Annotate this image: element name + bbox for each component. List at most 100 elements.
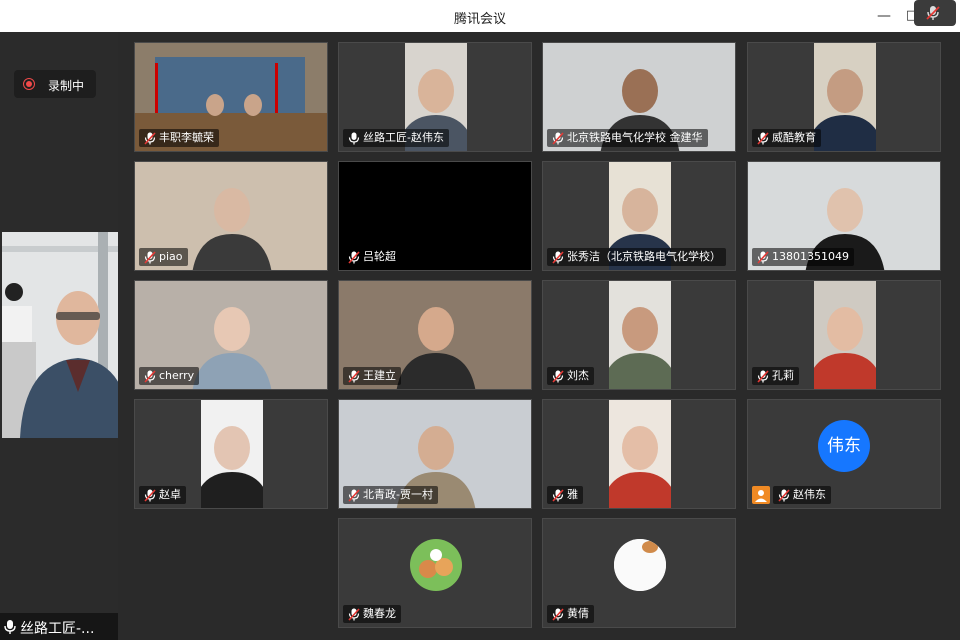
participant-name: 北青政-贾一村 [363, 488, 433, 501]
participant-video [201, 400, 263, 508]
participant-name-bar: 张秀洁（北京铁路电气化学校） [547, 248, 726, 266]
participant-name-bar: 雅 [547, 486, 583, 504]
participant-name-bar: 孔莉 [752, 367, 799, 385]
participant-tile[interactable]: 吕轮超 [338, 161, 532, 271]
mic-muted-icon [926, 6, 940, 20]
participant-video [609, 281, 671, 389]
mic-icon [4, 620, 16, 634]
participant-name-bar: piao [139, 248, 188, 266]
self-video-image [2, 232, 118, 438]
participant-tile[interactable]: 丝路工匠-赵伟东 [338, 42, 532, 152]
participant-video-image [814, 307, 876, 389]
mic-muted-icon [144, 251, 156, 264]
mic-muted-icon [757, 370, 769, 383]
participant-video-image [814, 69, 876, 151]
participant-tile[interactable]: 北青政-贾一村 [338, 399, 532, 509]
mic-muted-icon [348, 608, 360, 621]
participant-video [609, 400, 671, 508]
host-icon [752, 486, 770, 504]
record-icon [23, 78, 35, 90]
participant-tile[interactable]: 魏春龙 [338, 518, 532, 628]
self-video[interactable] [2, 232, 118, 438]
participant-name: 雅 [567, 488, 578, 501]
participant-name-bar: 丰职李毓荣 [139, 129, 219, 147]
mic-muted-icon [144, 370, 156, 383]
mic-muted-icon [144, 132, 156, 145]
participant-name: 赵伟东 [793, 488, 826, 501]
participant-name-bar: 13801351049 [752, 248, 854, 266]
mic-muted-icon [552, 489, 564, 502]
participant-name: 丝路工匠-赵伟东 [363, 131, 444, 144]
participant-tile[interactable]: 黄倩 [542, 518, 736, 628]
mic-muted-icon [552, 370, 564, 383]
mic-muted-icon [348, 251, 360, 264]
mic-icon [348, 132, 360, 145]
participant-name: 张秀洁（北京铁路电气化学校） [567, 250, 721, 263]
participant-name: 魏春龙 [363, 607, 396, 620]
participant-tile[interactable]: piao [134, 161, 328, 271]
mic-muted-icon [552, 608, 564, 621]
participant-tile[interactable]: 王建立 [338, 280, 532, 390]
mic-muted-icon [552, 132, 564, 145]
participant-name: 赵卓 [159, 488, 181, 501]
participant-avatar [410, 539, 462, 591]
recording-indicator[interactable]: 录制中 [14, 70, 96, 98]
participant-name: 刘杰 [567, 369, 589, 382]
participant-name: piao [159, 250, 183, 263]
window-title: 腾讯会议 [453, 12, 506, 27]
mic-muted-icon [552, 251, 564, 264]
participant-video [814, 43, 876, 151]
participant-name-bar: 赵伟东 [773, 486, 831, 504]
participant-avatar: 伟东 [818, 420, 870, 472]
participant-video-image [201, 426, 263, 508]
participant-tile[interactable]: 孔莉 [747, 280, 941, 390]
participant-grid: 丰职李毓荣 丝路工匠-赵伟东 北京铁路电气化学校 金建华 威酷教育 piao 吕… [118, 32, 960, 640]
mic-muted-icon [348, 489, 360, 502]
participant-name-bar: 赵卓 [139, 486, 186, 504]
participant-name: 13801351049 [772, 250, 849, 263]
participant-name-bar: 黄倩 [547, 605, 594, 623]
participant-video-image [609, 307, 671, 389]
participant-name: 吕轮超 [363, 250, 396, 263]
participant-name: 丰职李毓荣 [159, 131, 214, 144]
mic-muted-icon [757, 132, 769, 145]
participant-video-image [609, 426, 671, 508]
participant-name-bar: 北青政-贾一村 [343, 486, 438, 504]
participant-tile[interactable]: 赵卓 [134, 399, 328, 509]
participant-name: cherry [159, 369, 195, 382]
participant-tile[interactable]: 刘杰 [542, 280, 736, 390]
mic-muted-icon [144, 489, 156, 502]
title-bar: 腾讯会议 — □ [0, 0, 960, 33]
minimize-button[interactable]: — [874, 6, 894, 26]
participant-name-bar: cherry [139, 367, 200, 385]
participant-tile[interactable]: 张秀洁（北京铁路电气化学校） [542, 161, 736, 271]
participant-tile[interactable]: 伟东 赵伟东 [747, 399, 941, 509]
floating-mute-button[interactable] [914, 0, 956, 26]
participant-name: 王建立 [363, 369, 396, 382]
participant-name-bar: 丝路工匠-赵伟东 [343, 129, 449, 147]
participant-name-bar: 魏春龙 [343, 605, 401, 623]
participant-name: 威酷教育 [772, 131, 816, 144]
participant-tile[interactable]: 威酷教育 [747, 42, 941, 152]
participant-name: 黄倩 [567, 607, 589, 620]
participant-name-bar: 吕轮超 [343, 248, 401, 266]
participant-name-bar: 威酷教育 [752, 129, 821, 147]
mic-muted-icon [757, 251, 769, 264]
participant-tile[interactable]: cherry [134, 280, 328, 390]
participant-name-bar: 北京铁路电气化学校 金建华 [547, 129, 708, 147]
participant-tile[interactable]: 丰职李毓荣 [134, 42, 328, 152]
mic-muted-icon [778, 489, 790, 502]
participant-name: 孔莉 [772, 369, 794, 382]
participant-video [814, 281, 876, 389]
participant-tile[interactable]: 13801351049 [747, 161, 941, 271]
participant-name: 北京铁路电气化学校 金建华 [567, 131, 703, 144]
self-name-bar: 丝路工匠-... [0, 613, 118, 640]
self-name: 丝路工匠-... [20, 621, 95, 637]
recording-label: 录制中 [48, 79, 85, 93]
participant-avatar [614, 539, 666, 591]
participant-tile[interactable]: 雅 [542, 399, 736, 509]
participant-tile[interactable]: 北京铁路电气化学校 金建华 [542, 42, 736, 152]
mic-muted-icon [348, 370, 360, 383]
participant-name-bar: 王建立 [343, 367, 401, 385]
participant-name-bar: 刘杰 [547, 367, 594, 385]
